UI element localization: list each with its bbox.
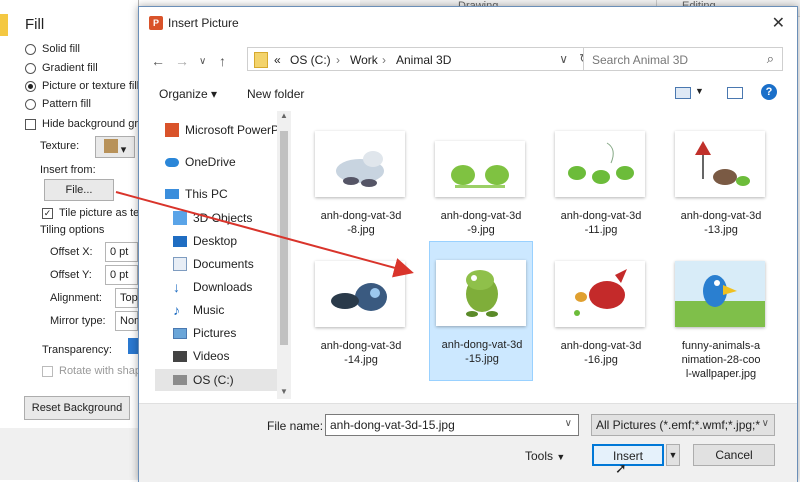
annotation-arrow — [115, 191, 414, 278]
